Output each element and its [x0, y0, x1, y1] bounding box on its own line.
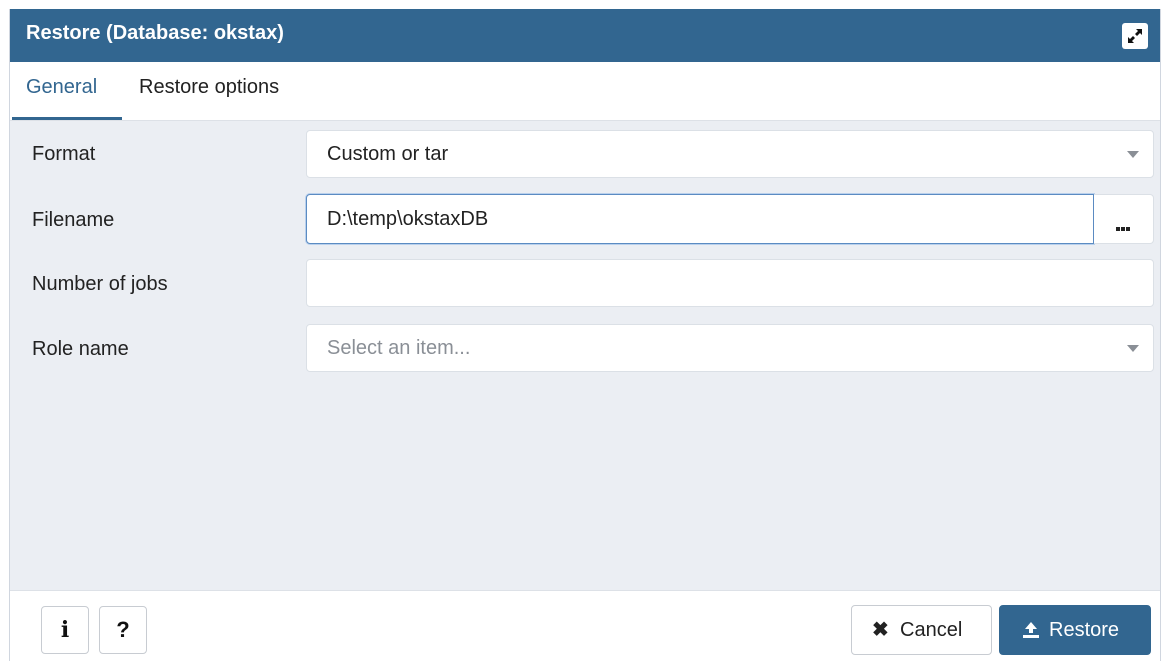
help-button[interactable]: ?	[99, 606, 147, 654]
filename-label: Filename	[32, 209, 115, 231]
restore-dialog: Restore (Database: okstax) General Resto…	[9, 9, 1161, 662]
chevron-down-icon	[1127, 151, 1139, 158]
active-tab-indicator	[12, 117, 122, 120]
role-label: Role name	[32, 338, 129, 360]
restore-button[interactable]: Restore	[999, 605, 1151, 655]
tab-bar: General Restore options	[10, 62, 1160, 121]
info-icon: i	[60, 617, 70, 643]
format-select[interactable]: Custom or tar	[306, 130, 1154, 178]
maximize-button[interactable]	[1122, 23, 1148, 49]
help-icon: ?	[116, 617, 130, 642]
cancel-button[interactable]: ✖ Cancel	[851, 605, 992, 655]
tab-restore-options[interactable]: Restore options	[139, 62, 279, 120]
filename-value: D:\temp\okstaxDB	[327, 208, 489, 230]
jobs-label: Number of jobs	[32, 273, 168, 295]
role-placeholder: Select an item...	[327, 337, 471, 359]
tab-general[interactable]: General	[26, 62, 97, 120]
cancel-label: Cancel	[900, 619, 963, 641]
chevron-down-icon	[1127, 345, 1139, 352]
ellipsis-icon	[1116, 218, 1131, 236]
format-value: Custom or tar	[327, 143, 449, 165]
expand-icon	[1128, 29, 1142, 43]
dialog-title: Restore (Database: okstax)	[26, 22, 284, 44]
jobs-input[interactable]	[306, 259, 1154, 307]
close-icon: ✖	[872, 619, 889, 641]
restore-label: Restore	[1049, 619, 1120, 641]
dialog-titlebar[interactable]: Restore (Database: okstax)	[10, 9, 1160, 62]
format-label: Format	[32, 143, 96, 165]
role-select[interactable]: Select an item...	[306, 324, 1154, 372]
filename-input[interactable]: D:\temp\okstaxDB	[306, 194, 1094, 244]
dialog-footer: i ? ✖ Cancel Restore	[10, 590, 1160, 662]
browse-file-button[interactable]	[1094, 194, 1154, 244]
upload-icon	[1023, 622, 1039, 638]
info-button[interactable]: i	[41, 606, 89, 654]
